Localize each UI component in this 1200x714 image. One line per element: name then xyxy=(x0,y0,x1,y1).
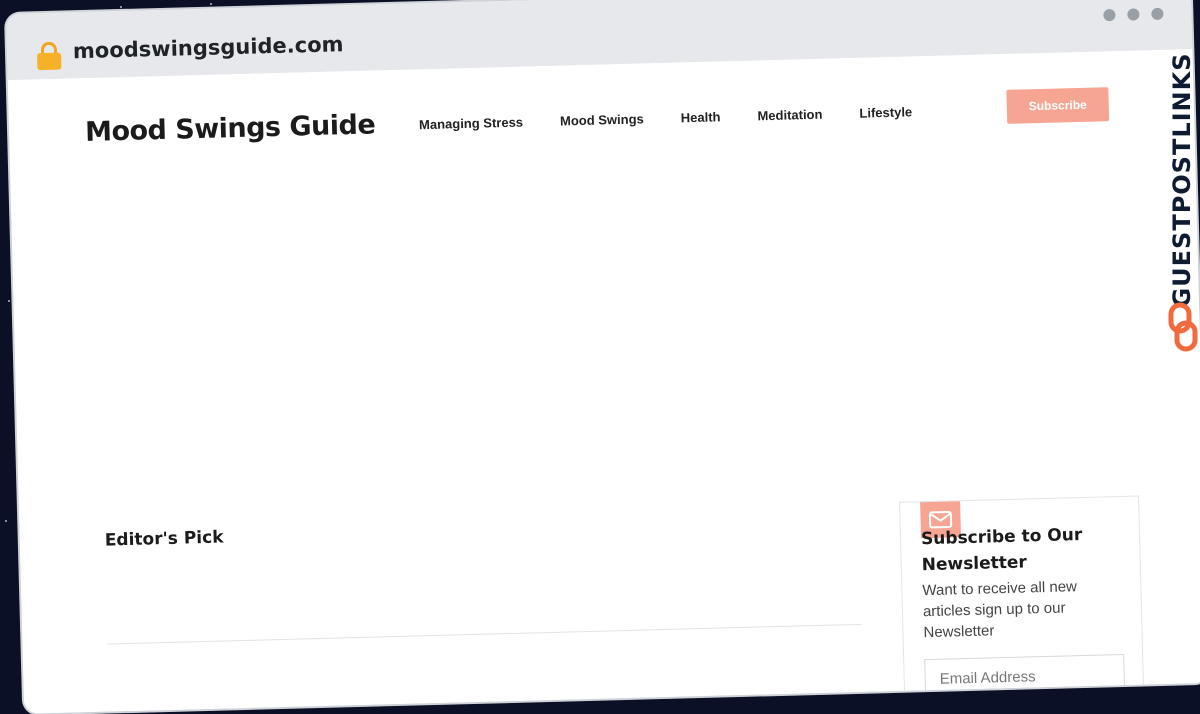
nav-item-managing-stress[interactable]: Managing Stress xyxy=(419,115,523,133)
watermark-text: GUESTPOSTLINKS xyxy=(1168,52,1196,308)
site-title[interactable]: Mood Swings Guide xyxy=(85,109,376,148)
email-field[interactable] xyxy=(924,653,1126,700)
web-page: Mood Swings Guide Managing Stress Mood S… xyxy=(7,48,1200,714)
subscribe-button[interactable]: Subscribe xyxy=(1006,87,1110,124)
window-controls xyxy=(1103,7,1164,22)
lock-icon xyxy=(37,41,62,71)
section-divider xyxy=(107,623,862,645)
guestpostlinks-watermark: GUESTPOSTLINKS xyxy=(1164,52,1200,362)
nav-item-health[interactable]: Health xyxy=(681,109,721,125)
editors-pick-heading: Editor's Pick xyxy=(104,527,224,551)
newsletter-description: Want to receive all new articles sign up… xyxy=(922,578,1078,642)
nav-item-lifestyle[interactable]: Lifestyle xyxy=(859,104,912,120)
nav-item-mood-swings[interactable]: Mood Swings xyxy=(560,111,644,128)
window-control-dot[interactable] xyxy=(1103,8,1116,22)
window-control-dot[interactable] xyxy=(1151,7,1164,21)
newsletter-title: Subscribe to Our Newsletter xyxy=(920,525,1083,576)
browser-window: moodswingsguide.com Mood Swings Guide Ma… xyxy=(6,0,1200,714)
link-logo-icon xyxy=(1168,302,1198,352)
main-nav: Managing Stress Mood Swings Health Medit… xyxy=(419,103,950,132)
url-text[interactable]: moodswingsguide.com xyxy=(73,32,344,63)
nav-item-meditation[interactable]: Meditation xyxy=(757,107,822,124)
newsletter-widget: Subscribe to Our Newsletter Want to rece… xyxy=(899,495,1146,714)
window-control-dot[interactable] xyxy=(1127,8,1140,21)
